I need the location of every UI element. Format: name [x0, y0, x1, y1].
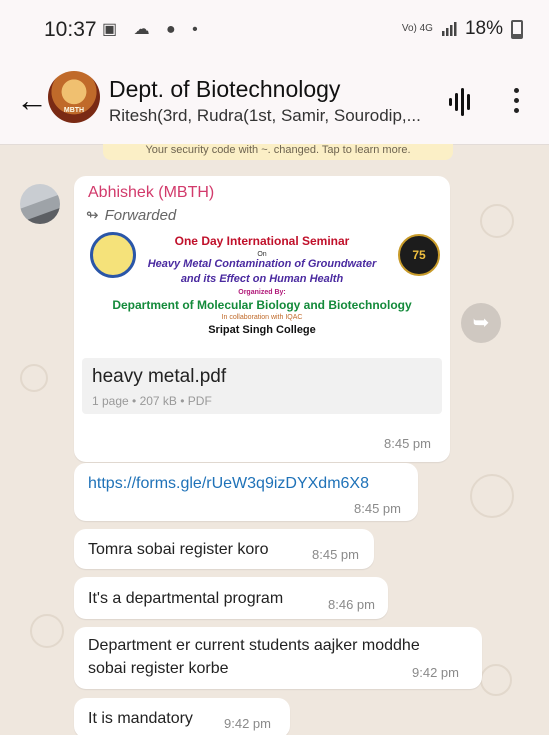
text-message-bubble[interactable]: It's a departmental program 8:46 pm: [74, 577, 388, 619]
message-time: 8:46 pm: [328, 597, 375, 612]
link-message-bubble[interactable]: https://forms.gle/rUeW3q9izDYXdm6X8 8:45…: [74, 463, 418, 521]
forward-share-icon[interactable]: ➥: [461, 303, 501, 343]
status-right: Vo) 4G 18%: [402, 18, 523, 40]
wallpaper-doodle: [20, 364, 48, 392]
message-text-line: sobai register korbe: [88, 660, 229, 677]
forwarded-text: Forwarded: [104, 207, 177, 224]
message-time: 8:45 pm: [312, 547, 359, 562]
group-avatar-label: MBTH: [63, 107, 85, 114]
document-message-bubble[interactable]: Abhishek (MBTH) ↬ Forwarded 75 One Day In…: [74, 176, 450, 462]
file-meta: 1 page • 207 kB • PDF: [92, 394, 212, 408]
forwarded-label: ↬ Forwarded: [86, 206, 176, 224]
chat-participants[interactable]: Ritesh(3rd, Rudra(1st, Samir, Sourodip,.…: [109, 106, 421, 126]
text-message-bubble[interactable]: Tomra sobai register koro 8:45 pm: [74, 529, 374, 569]
voice-chat-icon[interactable]: [448, 88, 474, 116]
text-message-bubble[interactable]: It is mandatory 9:42 pm: [74, 698, 290, 735]
message-text: Tomra sobai register koro: [88, 541, 269, 558]
preview-line: and its Effect on Human Health: [180, 273, 344, 285]
preview-line: Heavy Metal Contamination of Groundwater: [147, 258, 377, 270]
message-time: 8:45 pm: [354, 501, 401, 516]
wallpaper-doodle: [30, 614, 64, 648]
file-info[interactable]: heavy metal.pdf 1 page • 207 kB • PDF: [82, 358, 442, 414]
chat-header: ← MBTH Dept. of Biotechnology Ritesh(3rd…: [0, 62, 549, 145]
sender-avatar[interactable]: [20, 184, 60, 224]
forwarded-icon: ↬: [86, 207, 99, 224]
message-text: It is mandatory: [88, 710, 193, 727]
preview-line: On: [257, 251, 267, 258]
chat-area[interactable]: Your security code with ~. changed. Tap …: [0, 144, 549, 735]
message-time: 8:45 pm: [384, 436, 431, 451]
file-name: heavy metal.pdf: [92, 366, 227, 387]
security-notice[interactable]: Your security code with ~. changed. Tap …: [103, 144, 453, 160]
preview-line: One Day International Seminar: [174, 234, 350, 248]
network-type: Vo) 4G: [401, 23, 433, 34]
preview-line: Sripat Singh College: [208, 324, 316, 336]
message-text: It's a departmental program: [88, 590, 284, 607]
battery-icon: [511, 19, 523, 39]
wallpaper-doodle: [480, 204, 514, 238]
message-text-line: Department er current students aajker mo…: [88, 637, 420, 654]
status-bar: 10:37 ▣ ☁ ● • Vo) 4G 18%: [0, 0, 549, 62]
preview-line: Department of Molecular Biology and Biot…: [112, 298, 412, 312]
more-options-icon[interactable]: [510, 88, 522, 118]
battery-percent: 18%: [464, 18, 503, 39]
message-time: 9:42 pm: [224, 716, 271, 731]
signal-icon: [441, 22, 457, 36]
status-time: 10:37: [44, 18, 97, 41]
preview-line: In collaboration with IQAC: [221, 314, 303, 321]
form-link[interactable]: https://forms.gle/rUeW3q9izDYXdm6X8: [88, 475, 369, 493]
wallpaper-doodle: [480, 664, 512, 696]
preview-line: Organized By:: [238, 289, 286, 296]
notification-icons: ▣ ☁ ● •: [102, 21, 204, 38]
pdf-preview[interactable]: 75 One Day International Seminar On Heav…: [82, 228, 442, 358]
message-time: 9:42 pm: [412, 665, 459, 680]
chat-title[interactable]: Dept. of Biotechnology: [109, 76, 340, 103]
sender-name[interactable]: Abhishek (MBTH): [88, 184, 214, 202]
group-avatar[interactable]: MBTH: [48, 71, 100, 123]
text-message-bubble[interactable]: Department er current students aajker mo…: [74, 627, 482, 689]
wallpaper-doodle: [470, 474, 514, 518]
back-arrow-icon[interactable]: ←: [16, 82, 48, 122]
